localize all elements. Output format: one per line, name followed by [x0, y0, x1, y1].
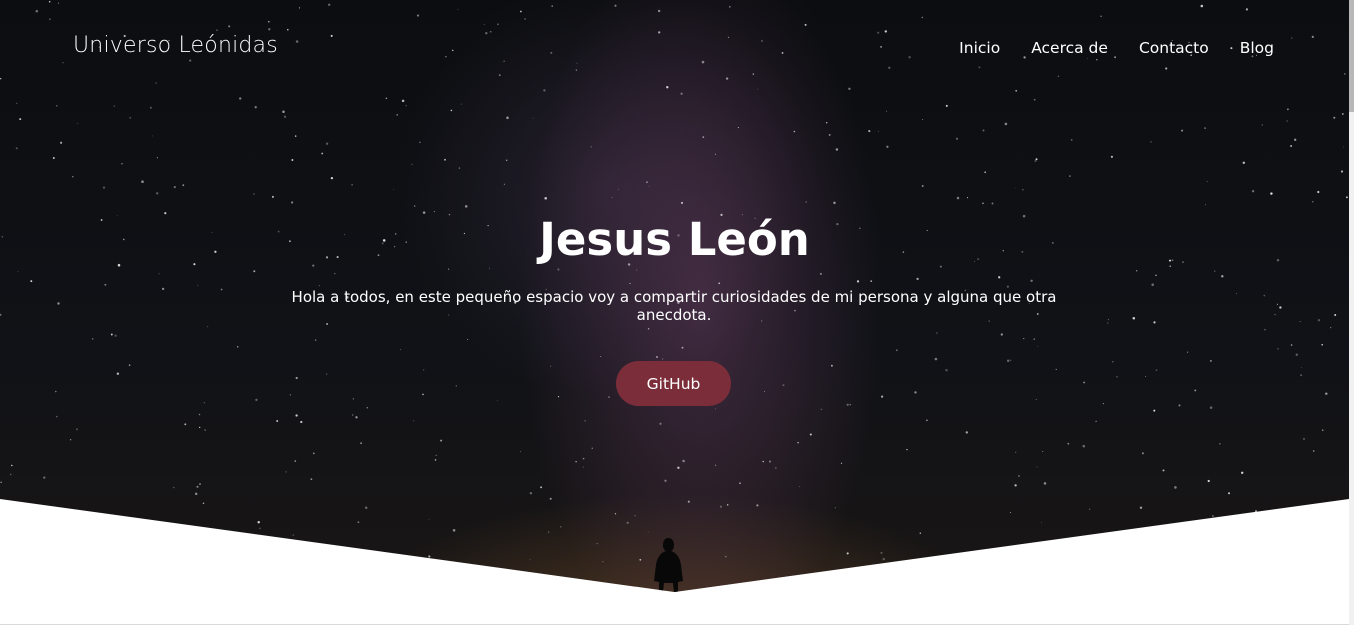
nav-item-contacto: Contacto	[1139, 38, 1209, 57]
nav-link-acerca-de[interactable]: Acerca de	[1031, 39, 1108, 57]
hero-description: Hola a todos, en este pequeño espacio vo…	[291, 288, 1057, 324]
nav-link-blog[interactable]: Blog	[1240, 39, 1274, 57]
nav-menu: Inicio Acerca de Contacto Blog	[959, 38, 1274, 57]
page-scrollbar[interactable]	[1349, 0, 1354, 625]
page: Universo Leónidas Inicio Acerca de Conta…	[0, 0, 1354, 625]
scrollbar-thumb[interactable]	[1349, 0, 1354, 112]
nav-item-acerca-de: Acerca de	[1031, 38, 1108, 57]
nav-link-contacto[interactable]: Contacto	[1139, 39, 1209, 57]
nav-item-inicio: Inicio	[959, 38, 1000, 57]
nav-link-inicio[interactable]: Inicio	[959, 39, 1000, 57]
nav-item-blog: Blog	[1240, 38, 1274, 57]
hero-title: Jesus León	[539, 213, 810, 266]
person-silhouette-image	[654, 538, 683, 592]
navbar: Universo Leónidas Inicio Acerca de Conta…	[0, 0, 1349, 96]
github-button[interactable]: GitHub	[616, 361, 731, 406]
site-brand-link[interactable]: Universo Leónidas	[73, 33, 278, 58]
